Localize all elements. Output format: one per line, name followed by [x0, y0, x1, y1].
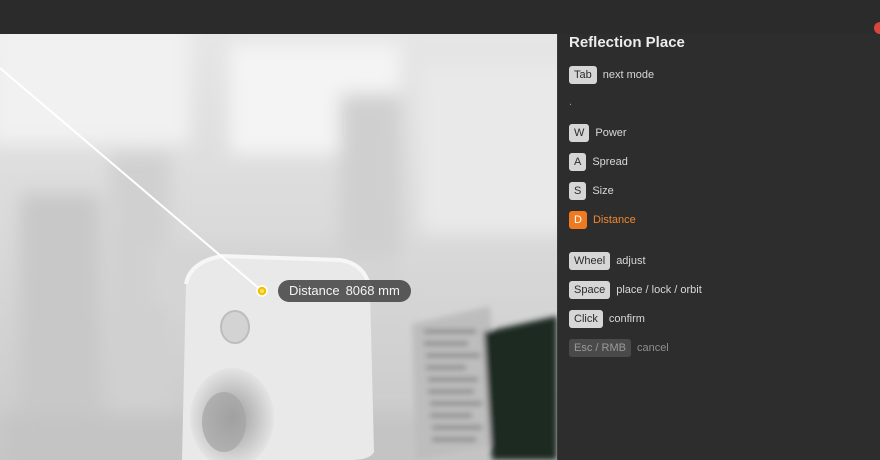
shortcut-row: Tab next mode — [569, 66, 654, 84]
shortcut-row: A Spread — [569, 153, 628, 171]
shortcut-key: A — [569, 153, 587, 171]
shortcut-key: W — [569, 124, 590, 142]
shortcut-row: S Size — [569, 182, 614, 200]
shortcut-row: Wheel adjust — [569, 252, 646, 270]
shortcut-label: Size — [592, 185, 614, 197]
shortcut-key: S — [569, 182, 587, 200]
viewport[interactable]: Distance 8068 mm — [0, 34, 557, 460]
panel-title: Reflection Place — [569, 34, 685, 51]
viewport-scene — [0, 34, 557, 460]
shortcut-label: cancel — [636, 342, 669, 354]
shortcut-row: Space place / lock / orbit — [569, 281, 702, 299]
shortcut-label: adjust — [616, 255, 646, 267]
shortcut-row: Esc / RMB cancel — [569, 339, 669, 357]
distance-readout: Distance 8068 mm — [278, 280, 411, 302]
shortcut-key: D — [569, 211, 587, 229]
panel-separator: . — [569, 96, 573, 108]
top-bar — [0, 0, 880, 34]
shortcut-row: W Power — [569, 124, 627, 142]
shortcut-label: confirm — [608, 313, 645, 325]
close-dot-icon[interactable] — [874, 22, 880, 34]
shortcut-key: Esc / RMB — [569, 339, 631, 357]
shortcut-label: place / lock / orbit — [616, 284, 702, 296]
book — [412, 306, 557, 460]
shortcut-row: Click confirm — [569, 310, 645, 328]
shortcut-label: Distance — [592, 214, 636, 226]
distance-readout-label: Distance — [289, 283, 340, 298]
shortcut-label: Power — [595, 127, 627, 139]
shortcut-key: Space — [569, 281, 611, 299]
shortcut-label: next mode — [602, 69, 655, 81]
shortcut-panel: Reflection Place . Tab next mode W Power A Sp… — [557, 34, 880, 460]
target-dot-icon — [256, 285, 268, 297]
shortcut-key: Tab — [569, 66, 597, 84]
shortcut-key: Click — [569, 310, 603, 328]
shortcut-key: Wheel — [569, 252, 611, 270]
distance-readout-value: 8068 mm — [345, 283, 400, 298]
shortcut-row: D Distance — [569, 211, 636, 229]
shortcut-label: Spread — [592, 156, 628, 168]
